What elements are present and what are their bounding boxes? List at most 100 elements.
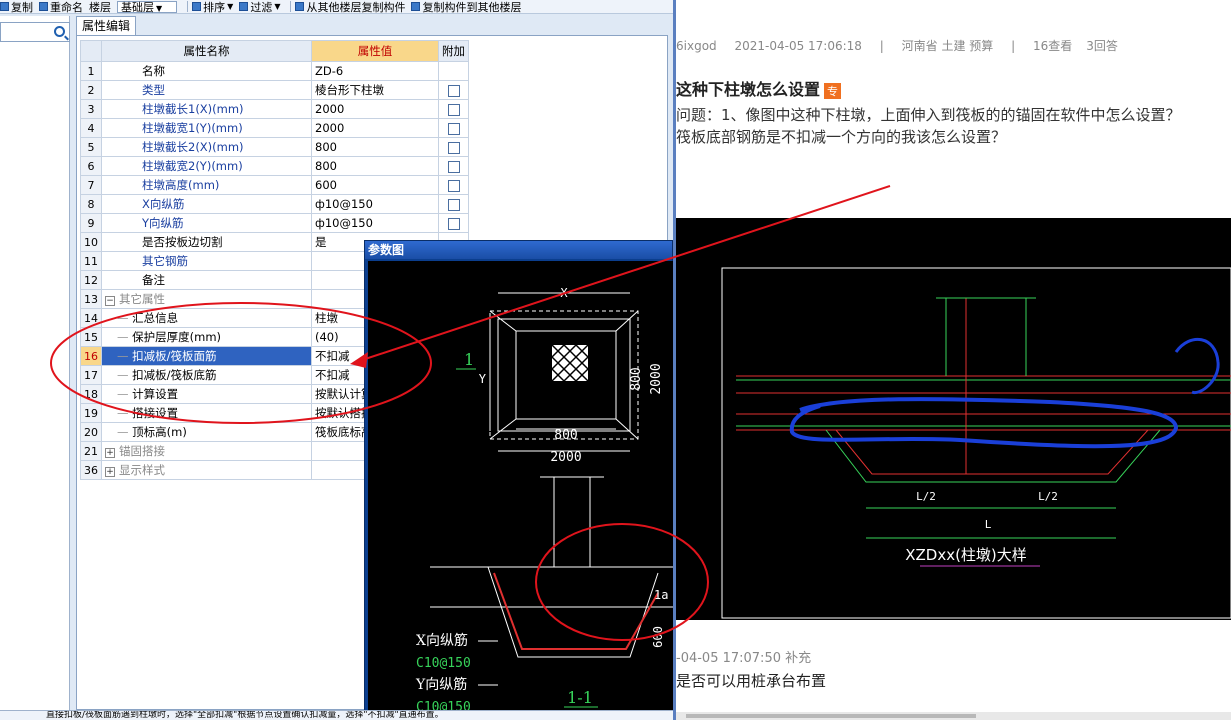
table-row[interactable]: 1 名称 ZD-6 [80, 61, 469, 81]
property-name-cell: — 保护层厚度(mm) [101, 327, 312, 347]
property-value-cell[interactable]: 2000 [311, 99, 439, 119]
property-value-cell[interactable]: 800 [311, 156, 439, 176]
filter-button[interactable]: 过滤 ▼ [239, 0, 280, 13]
post-time: 2021-04-05 17:06:18 [734, 39, 862, 53]
property-name: 扣减板/筏板底筋 [132, 368, 217, 382]
meta-separator: | [1011, 39, 1016, 53]
pier-outline [487, 566, 659, 658]
property-value-cell[interactable]: ZD-6 [311, 61, 439, 81]
property-name-cell: − 其它属性 [101, 289, 312, 309]
table-row[interactable]: 4 柱墩截宽1(Y)(mm) 2000 [80, 118, 469, 138]
copy-from-floor-button[interactable]: 从其他楼层复制构件 [295, 0, 405, 13]
tree-branch-icon: — [117, 406, 133, 420]
property-name: 柱墩高度(mm) [142, 178, 220, 192]
extra-cell [438, 99, 469, 119]
property-name: 名称 [142, 64, 165, 78]
table-row[interactable]: 3 柱墩截长1(X)(mm) 2000 [80, 99, 469, 119]
extra-checkbox[interactable] [447, 84, 460, 97]
label-la: 1a [654, 588, 668, 602]
property-name: 柱墩截长2(X)(mm) [142, 140, 244, 154]
row-number: 20 [80, 422, 102, 442]
toolbar-separator [290, 1, 292, 12]
table-row[interactable]: 7 柱墩高度(mm) 600 [80, 175, 469, 195]
property-name-cell: 柱墩截长1(X)(mm) [101, 99, 312, 119]
row-number: 12 [80, 270, 102, 290]
extra-checkbox[interactable] [447, 141, 460, 154]
tree-branch-icon: — [117, 311, 133, 325]
property-value-cell[interactable]: 2000 [311, 118, 439, 138]
column-outline [936, 297, 1036, 376]
property-name-cell: 备注 [101, 270, 312, 290]
table-row[interactable]: 9 Y向纵筋 ф10@150 [80, 213, 469, 233]
popup-title[interactable]: 参数图 [365, 241, 672, 259]
table-row[interactable]: 2 类型 棱台形下柱墩 [80, 80, 469, 100]
row-number: 1 [80, 61, 102, 81]
property-name: 柱墩截长1(X)(mm) [142, 102, 244, 116]
extra-cell [438, 61, 469, 81]
extra-checkbox[interactable] [447, 217, 460, 230]
search-icon[interactable] [54, 26, 65, 37]
property-value-cell[interactable]: ф10@150 [311, 194, 439, 214]
property-name: 柱墩截宽1(Y)(mm) [142, 121, 243, 135]
property-value-cell[interactable]: 棱台形下柱墩 [311, 80, 439, 100]
cad-drawing-image[interactable]: L/2 L/2 L XZDxx(柱墩)大样 [676, 218, 1231, 620]
copy-button[interactable]: 复制 [0, 0, 33, 13]
property-name: 保护层厚度(mm) [132, 330, 222, 344]
property-name-cell: Y向纵筋 [101, 213, 312, 233]
post-tags[interactable]: 河南省 土建 预算 [902, 39, 994, 53]
extra-checkbox[interactable] [447, 179, 460, 192]
pier-rebar [835, 429, 1149, 475]
supplement-text: 是否可以用桩承台布置 [676, 672, 827, 690]
collapse-icon[interactable]: − [105, 296, 115, 306]
meta-separator: | [879, 39, 884, 53]
search-input[interactable] [0, 22, 70, 42]
question-line-1: 问题：1、像图中这种下柱墩，上面伸入到筏板的的锚固在软件中怎么设置？ [676, 106, 1181, 124]
row-number: 21 [80, 441, 102, 461]
table-row[interactable]: 5 柱墩截长2(X)(mm) 800 [80, 137, 469, 157]
floor-select[interactable]: 基础层 ▼ [117, 0, 178, 13]
tree-branch-icon: — [117, 425, 133, 439]
expert-badge: 专 [824, 82, 842, 99]
sort-button[interactable]: 排序 ▼ [192, 0, 233, 13]
property-value-cell[interactable]: 800 [311, 137, 439, 157]
copy-icon [0, 2, 9, 11]
extra-checkbox[interactable] [447, 160, 460, 173]
label-x: X [560, 286, 568, 300]
extra-checkbox[interactable] [447, 122, 460, 135]
row-number: 5 [80, 137, 102, 157]
scrollbar-thumb[interactable] [686, 714, 976, 718]
row-number: 14 [80, 308, 102, 328]
property-name: 锚固搭接 [119, 444, 165, 458]
property-value-cell[interactable]: 600 [311, 175, 439, 195]
tree-branch-icon: — [117, 368, 133, 382]
tab-property-edit[interactable]: 属性编辑 [76, 16, 136, 35]
extra-cell [438, 80, 469, 100]
row-number: 19 [80, 403, 102, 423]
property-name-cell: — 计算设置 [101, 384, 312, 404]
extra-checkbox[interactable] [447, 198, 460, 211]
property-name: 其它属性 [119, 292, 165, 306]
row-number: 18 [80, 384, 102, 404]
header-property-name: 属性名称 [101, 40, 312, 62]
label-section-1: 1 [464, 350, 474, 369]
plan-corner-line [615, 310, 639, 332]
extra-cell [438, 213, 469, 233]
author-name[interactable]: 6ixgod [676, 39, 717, 53]
horizontal-scrollbar[interactable] [676, 712, 1231, 720]
row-number: 9 [80, 213, 102, 233]
copy-to-floor-button[interactable]: 复制构件到其他楼层 [411, 0, 521, 13]
property-name-cell: — 扣减板/筏板面筋 [101, 346, 312, 366]
row-number: 13 [80, 289, 102, 309]
property-name: X向纵筋 [142, 197, 185, 211]
label-l: L [985, 518, 992, 531]
property-name-cell: — 搭接设置 [101, 403, 312, 423]
extra-checkbox[interactable] [447, 103, 460, 116]
property-name: 备注 [142, 273, 165, 287]
row-number: 4 [80, 118, 102, 138]
rename-button[interactable]: 重命名 [39, 0, 83, 13]
property-value-cell[interactable]: ф10@150 [311, 213, 439, 233]
table-row[interactable]: 8 X向纵筋 ф10@150 [80, 194, 469, 214]
table-row[interactable]: 6 柱墩截宽2(Y)(mm) 800 [80, 156, 469, 176]
expand-icon[interactable]: + [105, 467, 115, 477]
expand-icon[interactable]: + [105, 448, 115, 458]
